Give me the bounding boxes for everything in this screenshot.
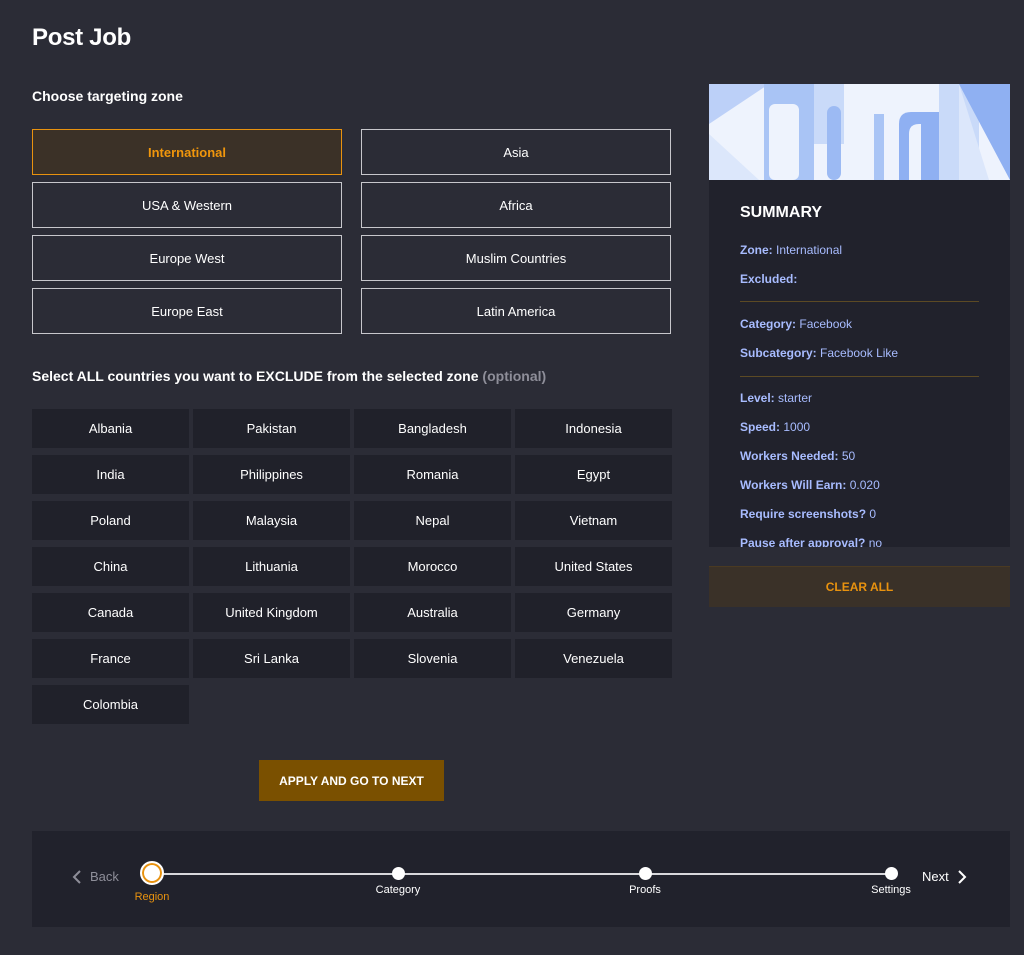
summary-subcategory-key: Subcategory: bbox=[740, 346, 817, 360]
country-venezuela[interactable]: Venezuela bbox=[515, 639, 672, 678]
country-slovenia[interactable]: Slovenia bbox=[354, 639, 511, 678]
summary-level-key: Level: bbox=[740, 391, 775, 405]
summary-excluded-key: Excluded: bbox=[740, 272, 798, 286]
summary-speed-key: Speed: bbox=[740, 420, 781, 434]
summary-title: SUMMARY bbox=[740, 204, 823, 221]
zone-option-europe-west[interactable]: Europe West bbox=[32, 235, 342, 281]
country-canada[interactable]: Canada bbox=[32, 593, 189, 632]
summary-level-value: starter bbox=[778, 391, 813, 405]
summary-screenshots: Require screenshots? 0 bbox=[740, 507, 876, 521]
summary-pause: Pause after approval? no bbox=[740, 536, 882, 547]
exclude-heading: Select ALL countries you want to EXCLUDE… bbox=[32, 368, 546, 384]
clear-all-button[interactable]: CLEAR ALL bbox=[709, 567, 1010, 607]
summary-category: Category: Facebook bbox=[740, 317, 852, 331]
zone-option-latin-america[interactable]: Latin America bbox=[361, 288, 671, 334]
step-category-label: Category bbox=[375, 884, 421, 896]
summary-screenshots-value: 0 bbox=[869, 507, 877, 521]
summary-speed: Speed: 1000 bbox=[740, 420, 810, 434]
summary-category-key: Category: bbox=[740, 317, 797, 331]
summary-zone: Zone: International bbox=[740, 243, 842, 257]
summary-subcategory: Subcategory: Facebook Like bbox=[740, 346, 898, 360]
chevron-left-icon bbox=[72, 869, 81, 884]
country-france[interactable]: France bbox=[32, 639, 189, 678]
zone-heading: Choose targeting zone bbox=[32, 88, 183, 104]
country-malaysia[interactable]: Malaysia bbox=[193, 501, 350, 540]
step-proofs-dot[interactable] bbox=[639, 867, 652, 880]
summary-banner-illustration bbox=[709, 84, 1010, 180]
country-india[interactable]: India bbox=[32, 455, 189, 494]
country-colombia[interactable]: Colombia bbox=[32, 685, 189, 724]
summary-workers-earn: Workers Will Earn: 0.020 bbox=[740, 478, 880, 492]
country-philippines[interactable]: Philippines bbox=[193, 455, 350, 494]
step-progress-line bbox=[153, 873, 892, 875]
step-proofs-label: Proofs bbox=[629, 884, 661, 896]
summary-workers-earn-value: 0.020 bbox=[849, 478, 880, 492]
next-button[interactable]: Next bbox=[922, 869, 967, 884]
step-region-dot[interactable] bbox=[140, 861, 164, 885]
country-bangladesh[interactable]: Bangladesh bbox=[354, 409, 511, 448]
country-grid: Albania Pakistan Bangladesh Indonesia In… bbox=[32, 409, 672, 724]
banner-art bbox=[709, 84, 1010, 180]
step-navigation: Back Region Category Proofs Settings Nex… bbox=[32, 831, 1010, 927]
country-nepal[interactable]: Nepal bbox=[354, 501, 511, 540]
summary-workers-earn-key: Workers Will Earn: bbox=[740, 478, 847, 492]
step-settings-label: Settings bbox=[871, 884, 911, 896]
country-indonesia[interactable]: Indonesia bbox=[515, 409, 672, 448]
country-australia[interactable]: Australia bbox=[354, 593, 511, 632]
summary-zone-key: Zone: bbox=[740, 243, 773, 257]
summary-divider bbox=[740, 301, 979, 302]
summary-workers-needed-key: Workers Needed: bbox=[740, 449, 839, 463]
summary-category-value: Facebook bbox=[799, 317, 853, 331]
zone-option-europe-east[interactable]: Europe East bbox=[32, 288, 342, 334]
zone-option-africa[interactable]: Africa bbox=[361, 182, 671, 228]
step-settings-dot[interactable] bbox=[885, 867, 898, 880]
chevron-right-icon bbox=[958, 869, 967, 884]
step-region-label: Region bbox=[134, 891, 170, 903]
summary-subcategory-value: Facebook Like bbox=[820, 346, 899, 360]
country-romania[interactable]: Romania bbox=[354, 455, 511, 494]
back-label: Back bbox=[90, 869, 119, 884]
summary-pause-value: no bbox=[868, 536, 883, 547]
country-united-states[interactable]: United States bbox=[515, 547, 672, 586]
country-vietnam[interactable]: Vietnam bbox=[515, 501, 672, 540]
exclude-heading-text: Select ALL countries you want to EXCLUDE… bbox=[32, 368, 479, 384]
step-category-dot[interactable] bbox=[392, 867, 405, 880]
country-egypt[interactable]: Egypt bbox=[515, 455, 672, 494]
country-united-kingdom[interactable]: United Kingdom bbox=[193, 593, 350, 632]
summary-level: Level: starter bbox=[740, 391, 812, 405]
zone-grid: International Asia USA & Western Africa … bbox=[32, 129, 672, 334]
summary-excluded: Excluded: bbox=[740, 272, 797, 286]
page-title: Post Job bbox=[32, 24, 131, 51]
optional-tag: (optional) bbox=[482, 368, 547, 384]
summary-panel: SUMMARY Zone: International Excluded: Ca… bbox=[709, 180, 1010, 547]
country-germany[interactable]: Germany bbox=[515, 593, 672, 632]
apply-and-next-button[interactable]: APPLY AND GO TO NEXT bbox=[259, 760, 444, 801]
summary-workers-needed-value: 50 bbox=[841, 449, 856, 463]
next-label: Next bbox=[922, 869, 949, 884]
country-pakistan[interactable]: Pakistan bbox=[193, 409, 350, 448]
summary-speed-value: 1000 bbox=[783, 420, 811, 434]
country-morocco[interactable]: Morocco bbox=[354, 547, 511, 586]
zone-option-international[interactable]: International bbox=[32, 129, 342, 175]
summary-divider bbox=[740, 376, 979, 377]
back-button[interactable]: Back bbox=[72, 869, 119, 884]
country-china[interactable]: China bbox=[32, 547, 189, 586]
zone-option-muslim-countries[interactable]: Muslim Countries bbox=[361, 235, 671, 281]
country-lithuania[interactable]: Lithuania bbox=[193, 547, 350, 586]
zone-option-asia[interactable]: Asia bbox=[361, 129, 671, 175]
country-poland[interactable]: Poland bbox=[32, 501, 189, 540]
country-albania[interactable]: Albania bbox=[32, 409, 189, 448]
summary-zone-value: International bbox=[776, 243, 843, 257]
summary-workers-needed: Workers Needed: 50 bbox=[740, 449, 855, 463]
summary-screenshots-key: Require screenshots? bbox=[740, 507, 867, 521]
zone-option-usa-western[interactable]: USA & Western bbox=[32, 182, 342, 228]
summary-pause-key: Pause after approval? bbox=[740, 536, 866, 547]
country-sri-lanka[interactable]: Sri Lanka bbox=[193, 639, 350, 678]
